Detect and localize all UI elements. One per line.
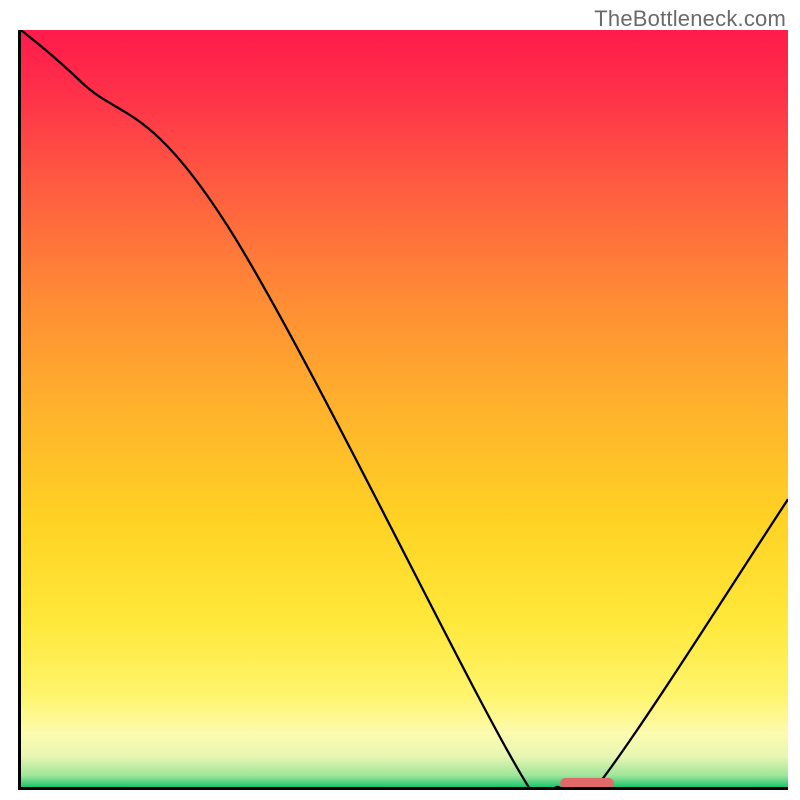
curve-path (21, 30, 788, 787)
chart-container: TheBottleneck.com (0, 0, 800, 800)
watermark-text: TheBottleneck.com (594, 6, 786, 32)
optimum-marker (560, 778, 614, 789)
bottleneck-curve (21, 30, 788, 787)
plot-area (18, 30, 788, 790)
